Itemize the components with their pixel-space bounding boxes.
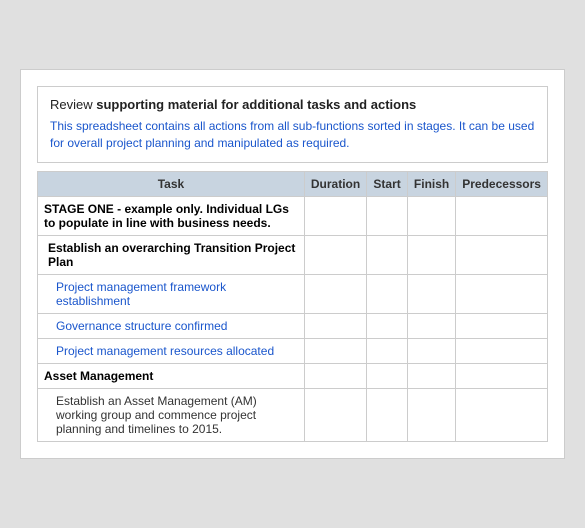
review-highlight: This spreadsheet contains all actions fr… — [50, 118, 535, 152]
asset-task1-predecessors-cell — [456, 388, 548, 441]
main-table: Task Duration Start Finish Predecessors … — [37, 171, 548, 442]
task1-finish-cell — [407, 274, 455, 313]
task1-duration-cell — [304, 274, 366, 313]
asset-task1-start-cell — [367, 388, 408, 441]
table-row: Establish an overarching Transition Proj… — [38, 235, 548, 274]
table-row: Project management resources allocated — [38, 338, 548, 363]
review-title: Review supporting material for additiona… — [50, 97, 535, 112]
task3-cell: Project management resources allocated — [38, 338, 305, 363]
review-section: Review supporting material for additiona… — [37, 86, 548, 163]
task3-start-cell — [367, 338, 408, 363]
task3-predecessors-cell — [456, 338, 548, 363]
task1-cell: Project management framework establishme… — [38, 274, 305, 313]
header-task: Task — [38, 171, 305, 196]
task2-predecessors-cell — [456, 313, 548, 338]
header-predecessors: Predecessors — [456, 171, 548, 196]
task2-duration-cell — [304, 313, 366, 338]
header-finish: Finish — [407, 171, 455, 196]
asset-task1-finish-cell — [407, 388, 455, 441]
asset-task1-duration-cell — [304, 388, 366, 441]
task3-finish-cell — [407, 338, 455, 363]
stage-predecessors-cell — [456, 196, 548, 235]
review-title-normal: Review — [50, 97, 96, 112]
section-header-finish-cell — [407, 235, 455, 274]
stage-finish-cell — [407, 196, 455, 235]
stage-task-cell: STAGE ONE - example only. Individual LGs… — [38, 196, 305, 235]
header-duration: Duration — [304, 171, 366, 196]
asset-header-start-cell — [367, 363, 408, 388]
table-row: STAGE ONE - example only. Individual LGs… — [38, 196, 548, 235]
stage-duration-cell — [304, 196, 366, 235]
section-header-task-cell: Establish an overarching Transition Proj… — [38, 235, 305, 274]
header-start: Start — [367, 171, 408, 196]
asset-header-duration-cell — [304, 363, 366, 388]
asset-header-finish-cell — [407, 363, 455, 388]
task2-start-cell — [367, 313, 408, 338]
asset-header-task-cell: Asset Management — [38, 363, 305, 388]
asset-task1-cell: Establish an Asset Management (AM) worki… — [38, 388, 305, 441]
section-header-predecessors-cell — [456, 235, 548, 274]
section-header-duration-cell — [304, 235, 366, 274]
section-header-start-cell — [367, 235, 408, 274]
task3-duration-cell — [304, 338, 366, 363]
task2-finish-cell — [407, 313, 455, 338]
asset-header-predecessors-cell — [456, 363, 548, 388]
table-row: Establish an Asset Management (AM) worki… — [38, 388, 548, 441]
table-row: Asset Management — [38, 363, 548, 388]
stage-start-cell — [367, 196, 408, 235]
review-title-bold: supporting material for additional tasks… — [96, 97, 416, 112]
task2-cell: Governance structure confirmed — [38, 313, 305, 338]
table-row: Governance structure confirmed — [38, 313, 548, 338]
task1-start-cell — [367, 274, 408, 313]
table-header-row: Task Duration Start Finish Predecessors — [38, 171, 548, 196]
table-row: Project management framework establishme… — [38, 274, 548, 313]
page-container: Review supporting material for additiona… — [20, 69, 565, 459]
task1-predecessors-cell — [456, 274, 548, 313]
